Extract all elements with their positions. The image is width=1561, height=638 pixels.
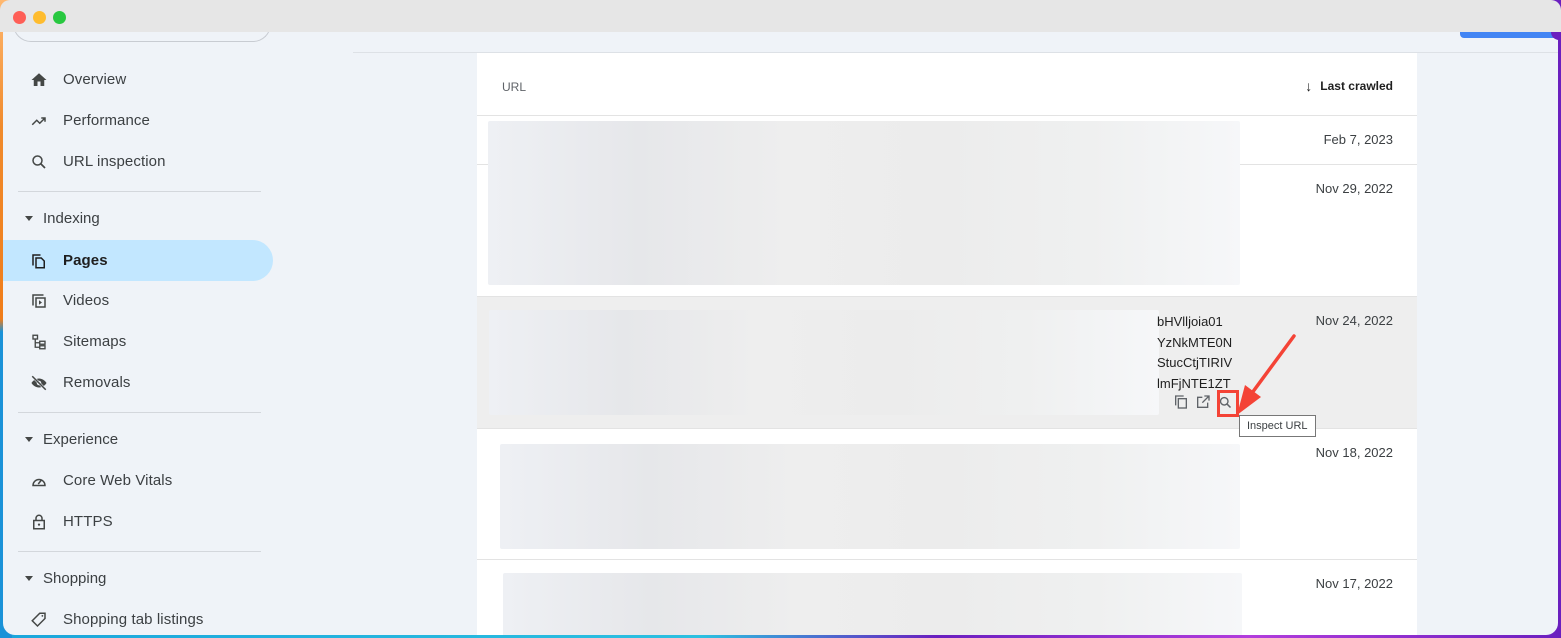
sidebar-item-label: Overview xyxy=(63,71,127,88)
table-header: URL ↓ Last crawled xyxy=(477,53,1417,116)
last-crawled-date: Nov 24, 2022 xyxy=(1315,313,1393,328)
maximize-window-button[interactable] xyxy=(53,11,66,24)
sidebar-item-label: URL inspection xyxy=(63,153,166,170)
caret-down-icon xyxy=(25,216,33,221)
last-crawled-date: Feb 7, 2023 xyxy=(1323,132,1393,147)
section-shopping[interactable]: Shopping xyxy=(3,558,273,599)
redacted-url xyxy=(503,573,1242,635)
sidebar-item-label: Videos xyxy=(63,292,110,309)
sidebar-item-label: HTTPS xyxy=(63,513,113,530)
column-header-label: Last crawled xyxy=(1320,79,1393,93)
speed-gauge-icon xyxy=(29,471,49,491)
sidebar-item-label: Pages xyxy=(63,252,108,269)
annotation-highlight-box xyxy=(1217,390,1239,417)
minimize-window-button[interactable] xyxy=(33,11,46,24)
redacted-url xyxy=(488,121,1240,285)
sidebar-item-shopping-tab-listings[interactable]: Shopping tab listings xyxy=(3,599,273,635)
lock-icon xyxy=(29,512,49,532)
sidebar-item-sitemaps[interactable]: Sitemaps xyxy=(3,321,273,362)
url-text: bHVlljoia01 YzNkMTE0N StucCtjTIRIV lmFjN… xyxy=(1157,314,1233,391)
sidebar-item-videos[interactable]: Videos xyxy=(3,280,273,321)
sidebar-divider xyxy=(18,191,261,192)
sidebar-item-label: Performance xyxy=(63,112,150,129)
sidebar-item-pages[interactable]: Pages xyxy=(3,240,273,281)
sidebar-item-label: Removals xyxy=(63,374,131,391)
redacted-url xyxy=(500,444,1240,549)
last-crawled-date: Nov 29, 2022 xyxy=(1315,181,1393,196)
table-row[interactable]: Nov 17, 2022 xyxy=(477,560,1417,635)
table-row[interactable]: Nov 18, 2022 xyxy=(477,429,1417,560)
sidebar-divider xyxy=(18,412,261,413)
sidebar-item-core-web-vitals[interactable]: Core Web Vitals xyxy=(3,460,273,501)
section-label: Experience xyxy=(43,431,119,448)
section-label: Indexing xyxy=(43,210,100,227)
sidebar-item-url-inspection[interactable]: URL inspection xyxy=(3,141,273,182)
search-icon xyxy=(29,152,49,172)
sidebar-item-label: Core Web Vitals xyxy=(63,472,173,489)
visibility-off-icon xyxy=(29,373,49,393)
window-titlebar xyxy=(0,0,1561,32)
sidebar-item-removals[interactable]: Removals xyxy=(3,362,273,403)
last-crawled-date: Nov 18, 2022 xyxy=(1315,445,1393,460)
sidebar-item-label: Shopping tab listings xyxy=(63,611,204,628)
pages-table: URL ↓ Last crawled Feb 7, 2023 Nov 29, 2… xyxy=(477,53,1417,635)
sidebar-item-https[interactable]: HTTPS xyxy=(3,501,273,542)
sort-arrow-down-icon: ↓ xyxy=(1305,78,1313,94)
last-crawled-date: Nov 17, 2022 xyxy=(1315,576,1393,591)
sidebar-divider xyxy=(18,551,261,552)
caret-down-icon xyxy=(25,576,33,581)
section-indexing[interactable]: Indexing xyxy=(3,198,273,239)
caret-down-icon xyxy=(25,437,33,442)
redacted-url xyxy=(489,310,1159,415)
video-library-icon xyxy=(29,291,49,311)
primary-action-button[interactable] xyxy=(1460,32,1558,38)
pages-icon xyxy=(29,251,49,271)
table-row[interactable]: bHVlljoia01 YzNkMTE0N StucCtjTIRIV lmFjN… xyxy=(477,297,1417,437)
sidebar-item-label: Sitemaps xyxy=(63,333,127,350)
home-icon xyxy=(29,70,49,90)
sidebar-item-performance[interactable]: Performance xyxy=(3,100,273,141)
sitemap-icon xyxy=(29,332,49,352)
sidebar-nav: Overview Performance URL inspection Inde… xyxy=(3,32,283,635)
column-header-url[interactable]: URL xyxy=(502,80,526,94)
close-window-button[interactable] xyxy=(13,11,26,24)
tag-icon xyxy=(29,610,49,630)
section-experience[interactable]: Experience xyxy=(3,419,273,460)
table-row[interactable]: Feb 7, 2023 xyxy=(477,116,1417,285)
app-window: Overview Performance URL inspection Inde… xyxy=(3,32,1558,635)
background-corner xyxy=(1551,32,1558,40)
section-label: Shopping xyxy=(43,570,107,587)
open-in-new-icon[interactable] xyxy=(1193,392,1213,412)
sidebar-item-overview[interactable]: Overview xyxy=(3,59,273,100)
column-header-last-crawled[interactable]: ↓ Last crawled xyxy=(1305,78,1393,94)
inspect-url-tooltip: Inspect URL xyxy=(1239,415,1316,437)
trending-up-icon xyxy=(29,111,49,131)
copy-icon[interactable] xyxy=(1171,392,1191,412)
